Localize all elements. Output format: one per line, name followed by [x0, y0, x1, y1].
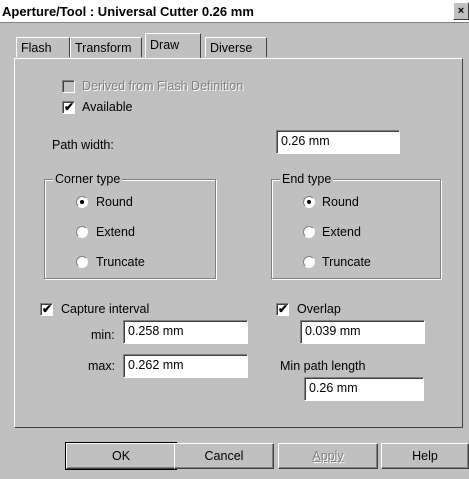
path-width-input[interactable]: 0.26 mm — [276, 130, 400, 154]
apply-label: Apply — [312, 449, 344, 463]
derived-label: Derived from Flash Definition — [82, 79, 244, 93]
max-interval-input[interactable]: 0.262 mm — [123, 354, 248, 378]
radio-dot-icon — [80, 200, 84, 204]
radio-dot-icon — [307, 200, 311, 204]
ok-button[interactable]: OK — [65, 442, 177, 470]
end-type-legend: End type — [280, 172, 334, 186]
checkmark-icon: ✔ — [64, 100, 75, 114]
window-title: Aperture/Tool : Universal Cutter 0.26 mm — [2, 4, 254, 19]
end-truncate-label: Truncate — [322, 255, 371, 269]
corner-extend-radio[interactable] — [76, 226, 88, 238]
max-label: max: — [88, 359, 116, 373]
corner-round-label: Round — [96, 195, 133, 209]
overlap-label: Overlap — [297, 302, 341, 316]
corner-truncate-label: Truncate — [96, 255, 145, 269]
checkmark-icon: ✔ — [278, 302, 289, 316]
end-round-label: Round — [322, 195, 359, 209]
overlap-checkbox[interactable]: ✔ — [276, 302, 289, 316]
available-label: Available — [82, 100, 133, 114]
end-truncate-radio[interactable] — [303, 256, 315, 268]
overlap-input[interactable]: 0.039 mm — [300, 320, 425, 344]
corner-extend-label: Extend — [96, 225, 135, 239]
corner-type-legend: Corner type — [53, 172, 123, 186]
title-bar: Aperture/Tool : Universal Cutter 0.26 mm… — [0, 0, 469, 23]
tab-draw[interactable]: Draw — [145, 33, 201, 58]
end-round-radio[interactable] — [303, 196, 315, 208]
close-icon[interactable]: × — [453, 2, 469, 20]
capture-interval-label: Capture interval — [61, 302, 150, 316]
min-path-length-label: Min path length — [280, 359, 366, 373]
tab-transform[interactable]: Transform — [70, 37, 142, 57]
tab-diverse[interactable]: Diverse — [205, 37, 267, 57]
path-width-label: Path width: — [52, 138, 114, 152]
min-label: min: — [91, 328, 115, 342]
tab-flash[interactable]: Flash — [16, 37, 70, 57]
derived-checkbox[interactable] — [62, 80, 75, 93]
available-checkbox[interactable]: ✔ — [62, 100, 75, 114]
corner-round-radio[interactable] — [76, 196, 88, 208]
min-interval-input[interactable]: 0.258 mm — [123, 320, 248, 344]
corner-truncate-radio[interactable] — [76, 256, 88, 268]
cancel-button[interactable]: Cancel — [174, 443, 274, 469]
capture-interval-checkbox[interactable]: ✔ — [40, 302, 53, 316]
apply-button[interactable]: Apply — [278, 443, 378, 469]
end-extend-label: Extend — [322, 225, 361, 239]
checkmark-icon: ✔ — [42, 302, 53, 316]
min-path-length-input[interactable]: 0.26 mm — [304, 377, 424, 401]
help-button[interactable]: Help — [381, 443, 469, 469]
end-extend-radio[interactable] — [303, 226, 315, 238]
